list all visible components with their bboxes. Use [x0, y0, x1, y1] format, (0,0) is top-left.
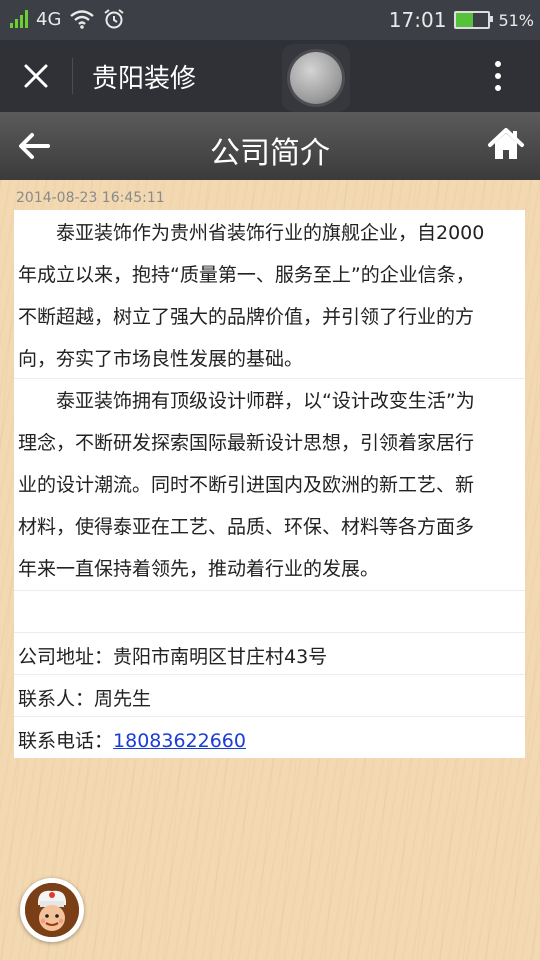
article-card: 泰亚装饰作为贵州省装饰行业的旗舰企业，自2000 年成立以来，抱持“质量第一、服… [14, 210, 525, 758]
signal-icon [10, 10, 28, 28]
battery-percent: 51% [498, 10, 534, 30]
home-icon[interactable] [486, 124, 526, 164]
floating-ball-icon[interactable] [282, 44, 350, 112]
text-line: 年成立以来，抱持“质量第一、服务至上”的企业信条， [18, 264, 475, 286]
divider [14, 716, 525, 717]
assistant-avatar[interactable] [20, 878, 84, 942]
page-header: 公司简介 [0, 112, 540, 180]
text-line: 理念，不断研发探索国际最新设计思想，引领着家居行 [18, 432, 475, 454]
webview-navbar: 贵阳装修 [0, 40, 540, 112]
text-line: 泰亚装饰作为贵州省装饰行业的旗舰企业，自2000 [56, 222, 485, 244]
phone-label: 联系电话： [18, 730, 114, 752]
network-type: 4G [36, 8, 62, 30]
divider [14, 632, 525, 633]
alarm-icon [104, 9, 125, 29]
wifi-icon [70, 10, 95, 29]
close-icon[interactable] [16, 56, 56, 96]
text-line: 材料，使得泰亚在工艺、品质、环保、材料等各方面多 [18, 516, 475, 538]
status-bar: 4G 17:01 51% [0, 0, 540, 40]
paragraph-intro: 泰亚装饰作为贵州省装饰行业的旗舰企业，自2000 年成立以来，抱持“质量第一、服… [18, 212, 518, 380]
navbar-title: 贵阳装修 [92, 64, 197, 94]
divider [14, 590, 525, 591]
text-line: 业的设计潮流。同时不断引进国内及欧洲的新工艺、新 [18, 474, 475, 496]
battery-icon [454, 11, 494, 29]
contact-phone: 联系电话：18083622660 [18, 726, 246, 753]
contact-person: 联系人：周先生 [18, 688, 152, 710]
paragraph-design: 泰亚装饰拥有顶级设计师群，以“设计改变生活”为 理念，不断研发探索国际最新设计思… [18, 380, 518, 590]
text-line: 泰亚装饰拥有顶级设计师群，以“设计改变生活”为 [56, 390, 475, 412]
chef-icon [25, 883, 79, 937]
company-address: 公司地址：贵阳市南明区甘庄村43号 [18, 646, 328, 668]
text-line: 年来一直保持着领先，推动着行业的发展。 [18, 558, 380, 580]
page-title: 公司简介 [210, 136, 330, 171]
publish-date: 2014-08-23 16:45:11 [16, 190, 165, 206]
divider [14, 378, 525, 379]
menu-dots-icon[interactable] [478, 56, 518, 96]
divider [14, 674, 525, 675]
phone-link[interactable]: 18083622660 [113, 730, 246, 752]
clock-time: 17:01 [388, 8, 447, 32]
text-line: 向，夯实了市场良性发展的基础。 [18, 348, 304, 370]
navbar-divider [72, 58, 73, 94]
text-line: 不断超越，树立了强大的品牌价值，并引领了行业的方 [18, 306, 475, 328]
